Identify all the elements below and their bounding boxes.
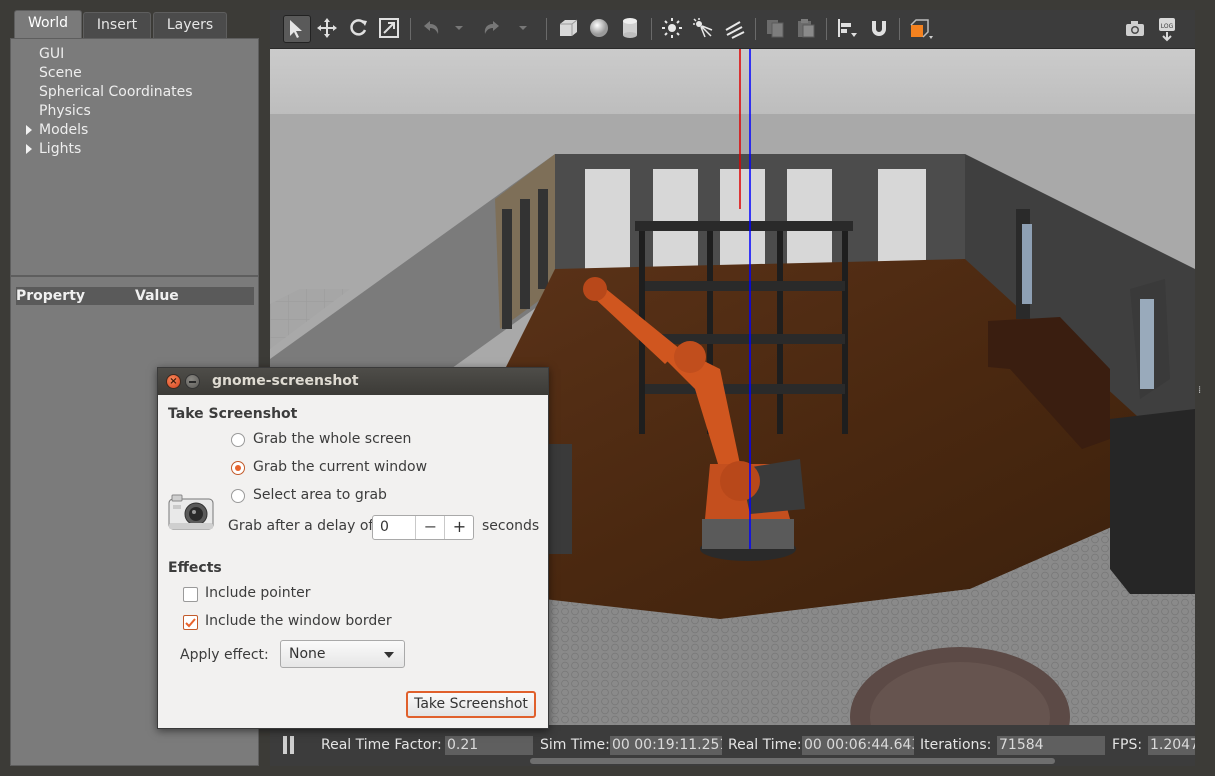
effects-heading: Effects [168, 560, 222, 576]
tab-world[interactable]: World [14, 10, 82, 38]
tree-item-label: Scene [39, 65, 82, 81]
real-time-label: Real Time: [728, 737, 802, 753]
apply-effect-label: Apply effect: [180, 647, 269, 663]
checkbox-label: Include pointer [205, 585, 311, 601]
expand-arrow-icon[interactable] [26, 125, 32, 135]
column-header-property[interactable]: Property [16, 287, 85, 305]
iterations-value: 71584 [997, 736, 1105, 755]
radio-label: Grab the current window [253, 459, 428, 475]
fps-value: 1.2047 [1148, 736, 1195, 755]
toolbar-separator [410, 18, 411, 40]
directional-light-icon[interactable] [721, 15, 749, 43]
tree-item-physics[interactable]: Physics [39, 102, 91, 121]
radio-label: Grab the whole screen [253, 431, 412, 447]
spot-light-icon[interactable] [690, 15, 718, 43]
splitter-handle-icon[interactable]: ⁞ [1198, 385, 1201, 396]
view-angle-icon[interactable] [906, 15, 934, 43]
dialog-titlebar[interactable]: × gnome-screenshot [158, 368, 548, 395]
toolbar-separator [826, 18, 827, 40]
take-screenshot-heading: Take Screenshot [168, 406, 298, 422]
toolbar-separator [755, 18, 756, 40]
tree-item-lights[interactable]: Lights [26, 140, 82, 159]
dropdown-arrow-icon [384, 652, 394, 658]
copy-icon[interactable] [762, 15, 790, 43]
world-tree: GUI Scene Spherical Coordinates Physics … [10, 38, 259, 290]
sim-time-label: Sim Time: [540, 737, 610, 753]
tree-item-models[interactable]: Models [26, 121, 89, 140]
apply-effect-value: None [289, 646, 326, 662]
sim-time-value: 00 00:19:11.251 [610, 736, 722, 755]
toolbar-separator [899, 18, 900, 40]
horizontal-scrollbar[interactable] [530, 758, 1055, 764]
rotate-icon[interactable] [345, 15, 373, 43]
sphere-icon[interactable] [586, 15, 614, 43]
box-icon[interactable] [555, 15, 583, 43]
cylinder-icon[interactable] [617, 15, 645, 43]
property-table-header: Property Value [16, 287, 254, 305]
iterations-label: Iterations: [920, 737, 992, 753]
radio-button[interactable] [231, 461, 245, 475]
log-icon[interactable]: LOG [1154, 15, 1182, 43]
tree-item-spherical-coordinates[interactable]: Spherical Coordinates [39, 83, 193, 102]
tree-item-label: GUI [39, 46, 65, 62]
radio-button[interactable] [231, 433, 245, 447]
undo-dropdown-icon[interactable] [452, 15, 464, 43]
log-icon-label: LOG [1161, 23, 1174, 30]
translate-icon[interactable] [314, 15, 342, 43]
checkbox[interactable] [183, 615, 198, 630]
minimize-icon[interactable] [185, 374, 200, 389]
scale-icon[interactable] [376, 15, 404, 43]
redo-dropdown-icon[interactable] [516, 15, 528, 43]
delay-value[interactable]: 0 [380, 519, 389, 535]
tree-item-label: Models [39, 122, 89, 138]
column-header-value[interactable]: Value [135, 287, 179, 305]
radio-button[interactable] [231, 489, 245, 503]
checkbox[interactable] [183, 587, 198, 602]
screenshot-icon[interactable] [1122, 15, 1150, 43]
paste-icon[interactable] [793, 15, 821, 43]
status-bar: Real Time Factor: 0.21 Sim Time: 00 00:1… [270, 725, 1195, 766]
align-icon[interactable] [834, 15, 862, 43]
toolbar-separator [651, 18, 652, 40]
toolbar-separator [546, 18, 547, 40]
take-screenshot-button[interactable]: Take Screenshot [406, 691, 536, 718]
apply-effect-select[interactable]: None [280, 640, 405, 668]
tab-insert[interactable]: Insert [83, 12, 151, 38]
fps-label: FPS: [1112, 737, 1143, 753]
radio-label: Select area to grab [253, 487, 387, 503]
delay-unit-label: seconds [482, 518, 540, 534]
tree-item-scene[interactable]: Scene [39, 64, 82, 83]
snap-icon[interactable] [866, 15, 894, 43]
tree-item-gui[interactable]: GUI [39, 45, 64, 64]
dialog-title: gnome-screenshot [212, 373, 359, 389]
camera-icon [168, 493, 214, 531]
pause-icon[interactable] [282, 736, 296, 754]
checkmark-icon [185, 618, 196, 628]
close-icon[interactable]: × [166, 374, 181, 389]
delay-label: Grab after a delay of [228, 518, 374, 534]
real-time-value: 00 00:06:44.643 [802, 736, 914, 755]
increment-button[interactable]: + [444, 516, 474, 539]
screenshot-dialog: × gnome-screenshot Take Screenshot Grab … [157, 367, 549, 729]
redo-icon[interactable] [479, 15, 507, 43]
point-light-icon[interactable] [659, 15, 687, 43]
expand-arrow-icon[interactable] [26, 144, 32, 154]
tree-item-label: Lights [39, 141, 82, 157]
checkbox-label: Include the window border [205, 613, 392, 629]
toolbar: LOG [270, 10, 1195, 49]
real-time-factor-label: Real Time Factor: [321, 737, 442, 753]
tree-item-label: Physics [39, 103, 91, 119]
delay-spinner[interactable]: 0 − + [372, 515, 474, 540]
decrement-button[interactable]: − [415, 516, 445, 539]
undo-icon[interactable] [418, 15, 446, 43]
select-arrow-icon[interactable] [283, 15, 311, 43]
tab-bar: World Insert Layers [10, 10, 260, 38]
tab-layers[interactable]: Layers [153, 12, 227, 38]
tree-item-label: Spherical Coordinates [39, 84, 193, 100]
real-time-factor-value: 0.21 [445, 736, 533, 755]
dialog-body: Take Screenshot Grab the whole screen Gr… [158, 395, 548, 728]
